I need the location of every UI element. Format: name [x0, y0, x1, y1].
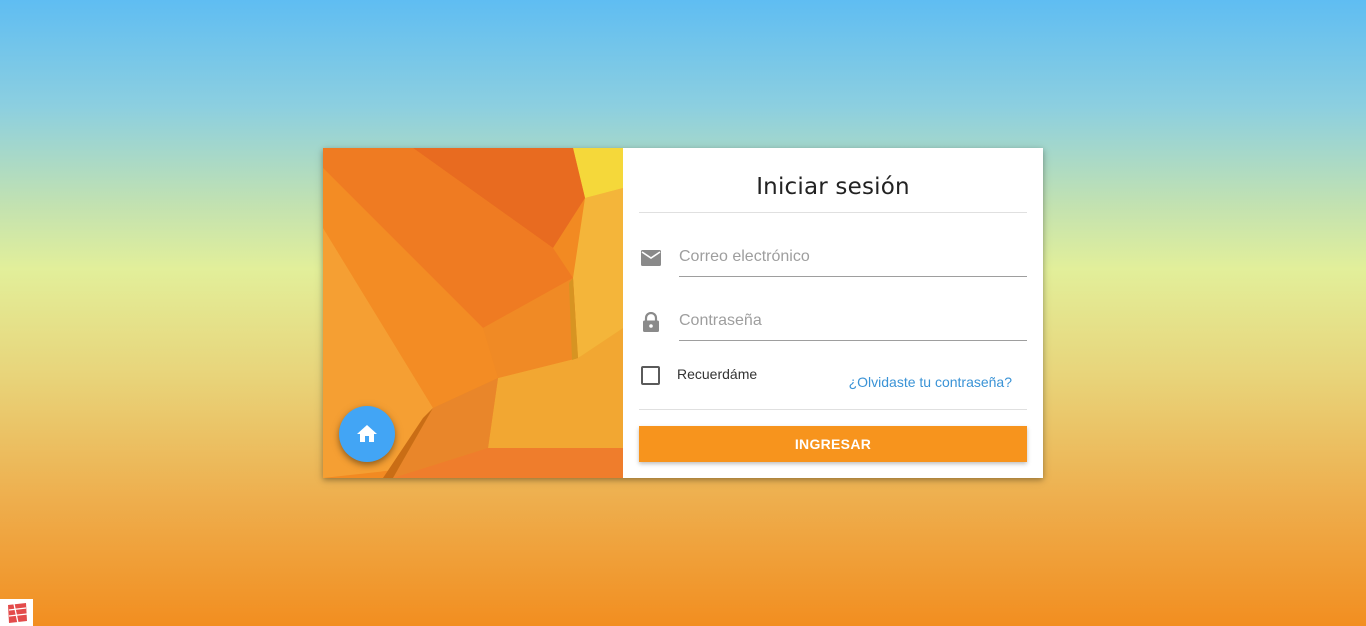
password-input[interactable] — [679, 302, 1027, 341]
decorative-illustration — [323, 148, 623, 478]
title-divider — [639, 212, 1027, 213]
corner-badge[interactable] — [0, 599, 33, 626]
brand-logo-icon — [7, 602, 27, 623]
home-button[interactable] — [339, 406, 395, 462]
lock-icon — [643, 312, 659, 332]
actions-divider — [639, 409, 1027, 410]
login-form: Iniciar sesión Recuerdáme ¿Olvidaste tu … — [623, 148, 1043, 478]
email-icon — [641, 250, 661, 266]
email-input[interactable] — [679, 238, 1027, 277]
checkbox-box[interactable] — [641, 366, 660, 385]
email-field-group — [639, 238, 1027, 278]
login-card: Iniciar sesión Recuerdáme ¿Olvidaste tu … — [323, 148, 1043, 478]
remember-me-checkbox[interactable]: Recuerdáme — [641, 366, 757, 385]
home-icon — [357, 425, 377, 442]
password-field-group — [639, 302, 1027, 342]
forgot-password-link[interactable]: ¿Olvidaste tu contraseña? — [849, 374, 1012, 390]
remember-me-label: Recuerdáme — [677, 365, 758, 382]
submit-button[interactable]: INGRESAR — [639, 426, 1027, 462]
page-title: Iniciar sesión — [756, 174, 910, 200]
